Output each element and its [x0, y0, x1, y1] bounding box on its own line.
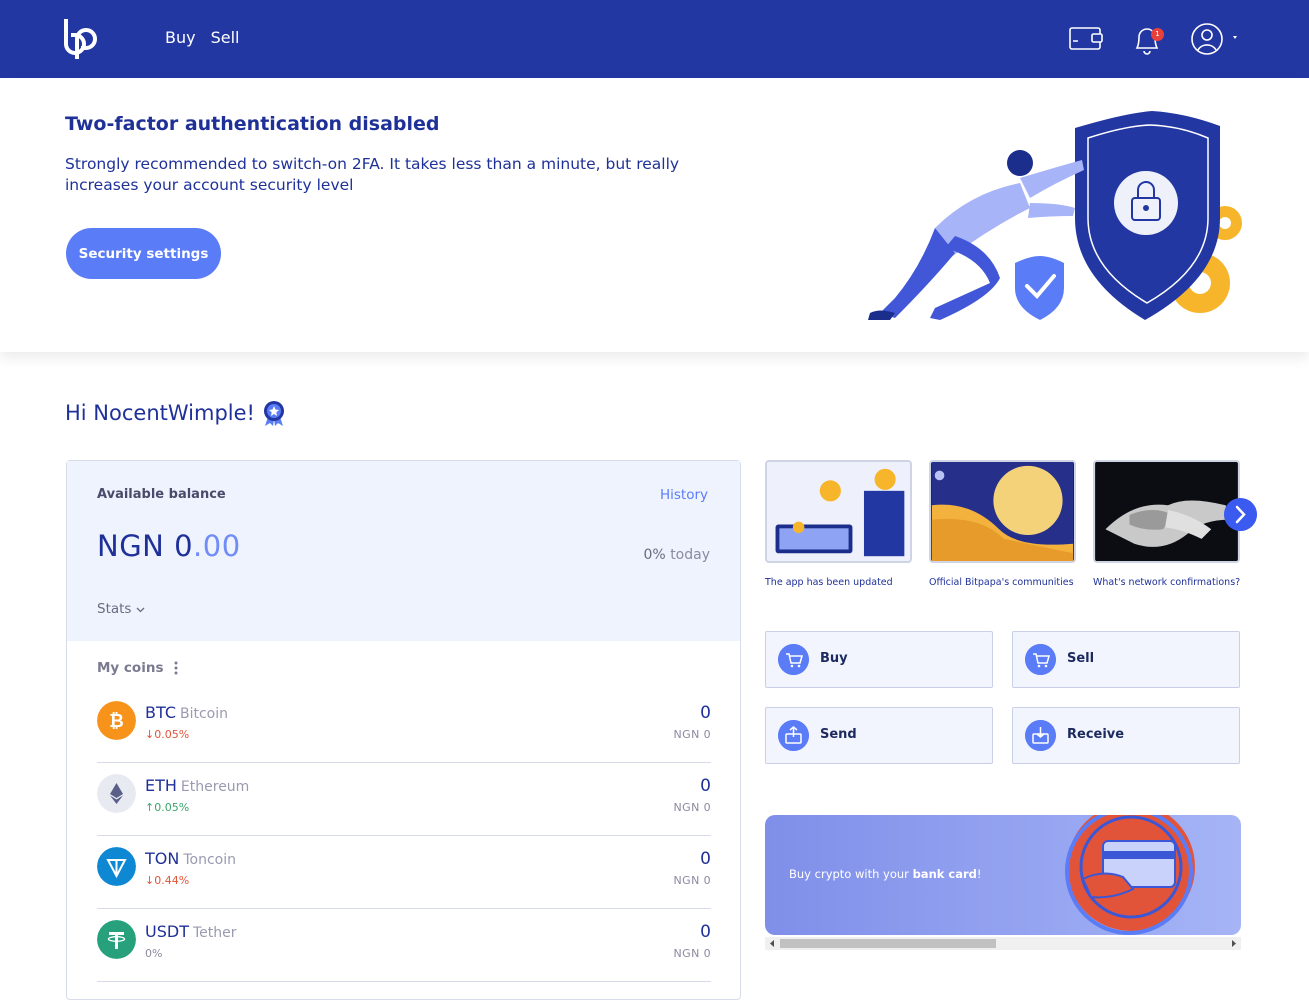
promo-suffix: !	[976, 867, 982, 881]
coin-symbol: ETH	[145, 776, 177, 795]
bank-card-icon	[1065, 815, 1195, 935]
coin-name: Bitcoin	[179, 706, 228, 722]
news-image	[1093, 460, 1240, 563]
verified-badge-icon	[263, 401, 284, 426]
nav-sell[interactable]: Sell	[211, 28, 240, 47]
promo-text: Buy crypto with your bank card!	[789, 867, 982, 881]
horizontal-scrollbar[interactable]	[765, 937, 1241, 950]
coin-label: ETH Ethereum	[145, 776, 249, 795]
promo-prefix: Buy crypto with your	[789, 867, 913, 881]
coin-amount: 0	[700, 922, 711, 942]
news-card-communities[interactable]: Official Bitpapa's communities	[929, 460, 1077, 589]
svg-text:₿: ₿	[109, 711, 124, 732]
coin-label: BTC Bitcoin	[145, 703, 228, 722]
coin-row-usdt[interactable]: USDT Tether 0% 0 NGN 0	[97, 909, 711, 982]
scroll-left-icon[interactable]	[769, 940, 775, 947]
balance-summary: Available balance History NGN 0.00 0% to…	[67, 461, 740, 641]
send-action-button[interactable]: Send	[765, 707, 993, 764]
user-avatar-icon[interactable]	[1191, 22, 1243, 56]
chevron-down-icon	[136, 607, 145, 613]
coin-amount: 0	[700, 776, 711, 796]
action-label: Send	[820, 727, 857, 742]
balance-change-period: today	[670, 547, 710, 563]
main-nav: Buy Sell	[165, 28, 239, 47]
coin-name: Toncoin	[183, 852, 236, 868]
wallet-icon[interactable]	[1068, 24, 1104, 52]
chevron-right-icon[interactable]	[1224, 498, 1257, 531]
balance-panel: Available balance History NGN 0.00 0% to…	[66, 460, 741, 1000]
coin-fiat-value: NGN 0	[673, 801, 711, 814]
my-coins-title: My coins	[97, 660, 164, 676]
coin-symbol: BTC	[145, 703, 176, 722]
security-illustration	[868, 111, 1242, 320]
coin-change: ↑0.05%	[145, 801, 190, 814]
cart-icon	[778, 644, 809, 675]
my-coins-header: My coins	[97, 660, 178, 676]
news-caption: The app has been updated	[765, 577, 893, 588]
coin-fiat-value: NGN 0	[673, 947, 711, 960]
banner-title: Two-factor authentication disabled	[65, 113, 440, 135]
balance-decimal: .00	[193, 529, 241, 563]
balance-change-value: 0%	[643, 547, 666, 563]
top-navigation-bar: Buy Sell 1	[0, 0, 1309, 78]
receive-action-button[interactable]: Receive	[1012, 707, 1240, 764]
banner-text: Strongly recommended to switch-on 2FA. I…	[65, 155, 680, 194]
balance-amount: NGN 0.00	[97, 529, 241, 563]
coin-fiat-value: NGN 0	[673, 874, 711, 887]
notification-badge: 1	[1151, 28, 1164, 41]
news-caption: What's network confirmations?	[1093, 577, 1241, 588]
coin-label: TON Toncoin	[145, 849, 236, 868]
sell-action-button[interactable]: Sell	[1012, 631, 1240, 688]
cart-icon	[1025, 644, 1056, 675]
coin-name: Tether	[192, 925, 237, 941]
coin-symbol: TON	[145, 849, 180, 868]
more-options-icon[interactable]	[174, 661, 178, 675]
greeting-text: Hi NocentWimple!	[65, 401, 255, 425]
stats-label: Stats	[97, 601, 132, 617]
action-label: Buy	[820, 651, 848, 666]
history-link[interactable]: History	[660, 487, 708, 503]
coin-change: ↓0.05%	[145, 728, 190, 741]
balance-currency: NGN	[97, 529, 165, 563]
coin-row-ton[interactable]: TON Toncoin ↓0.44% 0 NGN 0	[97, 836, 711, 909]
coin-label: USDT Tether	[145, 922, 237, 941]
buy-action-button[interactable]: Buy	[765, 631, 993, 688]
security-settings-button[interactable]: Security settings	[66, 228, 221, 279]
coin-amount: 0	[700, 703, 711, 723]
action-label: Receive	[1067, 727, 1125, 742]
bank-card-promo[interactable]: Buy crypto with your bank card!	[765, 815, 1241, 935]
nav-buy[interactable]: Buy	[165, 28, 196, 47]
coin-fiat-value: NGN 0	[673, 728, 711, 741]
news-card-app-updated[interactable]: The app has been updated	[765, 460, 913, 589]
send-icon	[778, 720, 809, 751]
bitpapa-logo[interactable]	[63, 17, 99, 61]
stats-toggle[interactable]: Stats	[97, 601, 145, 617]
scroll-right-icon[interactable]	[1231, 940, 1237, 947]
balance-change: 0% today	[644, 547, 710, 563]
coin-change: ↓0.44%	[145, 874, 190, 887]
news-card-network-confirmations[interactable]: What's network confirmations?	[1093, 460, 1241, 589]
ethereum-icon	[97, 774, 136, 813]
tether-icon	[97, 920, 136, 959]
coin-symbol: USDT	[145, 922, 189, 941]
news-caption: Official Bitpapa's communities	[929, 577, 1074, 588]
coin-row-eth[interactable]: ETH Ethereum ↑0.05% 0 NGN 0	[97, 763, 711, 836]
receive-icon	[1025, 720, 1056, 751]
available-balance-label: Available balance	[97, 487, 226, 502]
promo-bold: bank card	[912, 867, 977, 881]
bitcoin-icon: ₿	[97, 701, 136, 740]
coin-name: Ethereum	[180, 779, 250, 795]
coin-row-btc[interactable]: ₿ BTC Bitcoin ↓0.05% 0 NGN 0	[97, 690, 711, 763]
toncoin-icon	[97, 847, 136, 886]
news-image	[929, 460, 1076, 563]
news-image	[765, 460, 912, 563]
balance-integer: 0	[174, 529, 194, 563]
greeting: Hi NocentWimple!	[65, 399, 287, 427]
coin-amount: 0	[700, 849, 711, 869]
action-label: Sell	[1067, 651, 1095, 666]
coin-change: 0%	[145, 947, 163, 960]
scrollbar-thumb[interactable]	[780, 939, 996, 948]
